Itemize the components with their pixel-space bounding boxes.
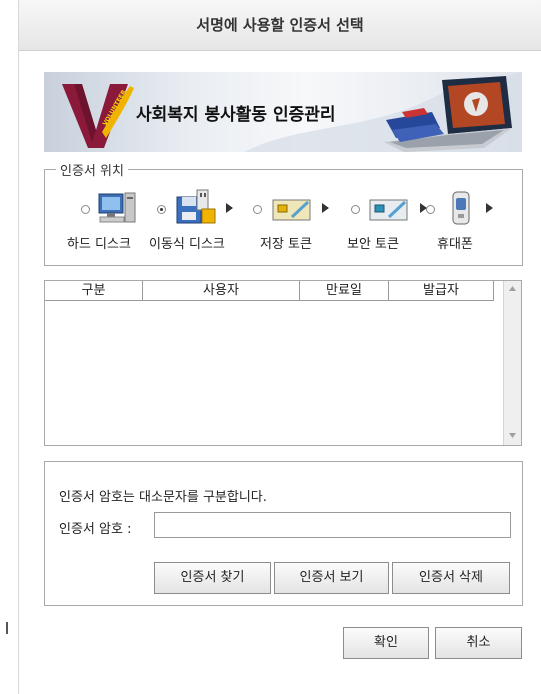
- mobile-phone-radio[interactable]: [426, 205, 435, 214]
- security-token-label: 보안 토큰: [347, 237, 399, 252]
- scroll-up-icon: [509, 286, 516, 291]
- column-header-expiry[interactable]: 만료일: [300, 281, 389, 301]
- column-header-type[interactable]: 구분: [45, 281, 143, 301]
- removable-disk-label: 이동식 디스크: [149, 237, 225, 252]
- hard-disk-icon: [98, 192, 136, 223]
- storage-token-radio[interactable]: [253, 205, 262, 214]
- left-border: [18, 0, 19, 694]
- cancel-button[interactable]: 취소: [435, 627, 522, 659]
- delete-certificate-button[interactable]: 인증서 삭제: [392, 562, 510, 594]
- storage-token-expand-icon[interactable]: [322, 203, 329, 213]
- left-marker: [6, 622, 8, 634]
- banner: VOLUNTEER 사회복지 봉사활동 인증관리: [44, 72, 522, 152]
- left-margin: [0, 0, 18, 694]
- find-certificate-button[interactable]: 인증서 찾기: [154, 562, 271, 594]
- mobile-phone-icon: [452, 191, 470, 225]
- password-label: 인증서 암호 :: [59, 522, 132, 537]
- column-header-issuer[interactable]: 발급자: [389, 281, 494, 301]
- hard-disk-label: 하드 디스크: [67, 237, 131, 252]
- password-notice: 인증서 암호는 대소문자를 구분합니다.: [59, 490, 267, 505]
- storage-token-label: 저장 토큰: [260, 237, 312, 252]
- location-legend: 인증서 위치: [56, 160, 128, 179]
- list-scrollbar[interactable]: [503, 281, 521, 445]
- password-input[interactable]: [154, 512, 511, 538]
- removable-disk-icon: [176, 189, 216, 224]
- banner-title: 사회복지 봉사활동 인증관리: [136, 105, 336, 125]
- column-header-user[interactable]: 사용자: [143, 281, 300, 301]
- certificate-list[interactable]: 구분 사용자 만료일 발급자: [44, 280, 522, 446]
- security-token-icon: [369, 199, 408, 221]
- ok-button[interactable]: 확인: [343, 627, 429, 659]
- scroll-down-icon: [509, 433, 516, 438]
- hard-disk-radio[interactable]: [81, 205, 90, 214]
- dialog-title: 서명에 사용할 인증서 선택: [19, 0, 541, 51]
- view-certificate-button[interactable]: 인증서 보기: [274, 562, 389, 594]
- mobile-phone-label: 휴대폰: [437, 237, 473, 252]
- scrollbar-arrows: [509, 286, 516, 438]
- removable-disk-radio[interactable]: [157, 205, 166, 214]
- mobile-phone-expand-icon[interactable]: [486, 203, 493, 213]
- security-token-radio[interactable]: [351, 205, 360, 214]
- removable-disk-expand-icon[interactable]: [226, 203, 233, 213]
- storage-token-icon: [272, 199, 311, 221]
